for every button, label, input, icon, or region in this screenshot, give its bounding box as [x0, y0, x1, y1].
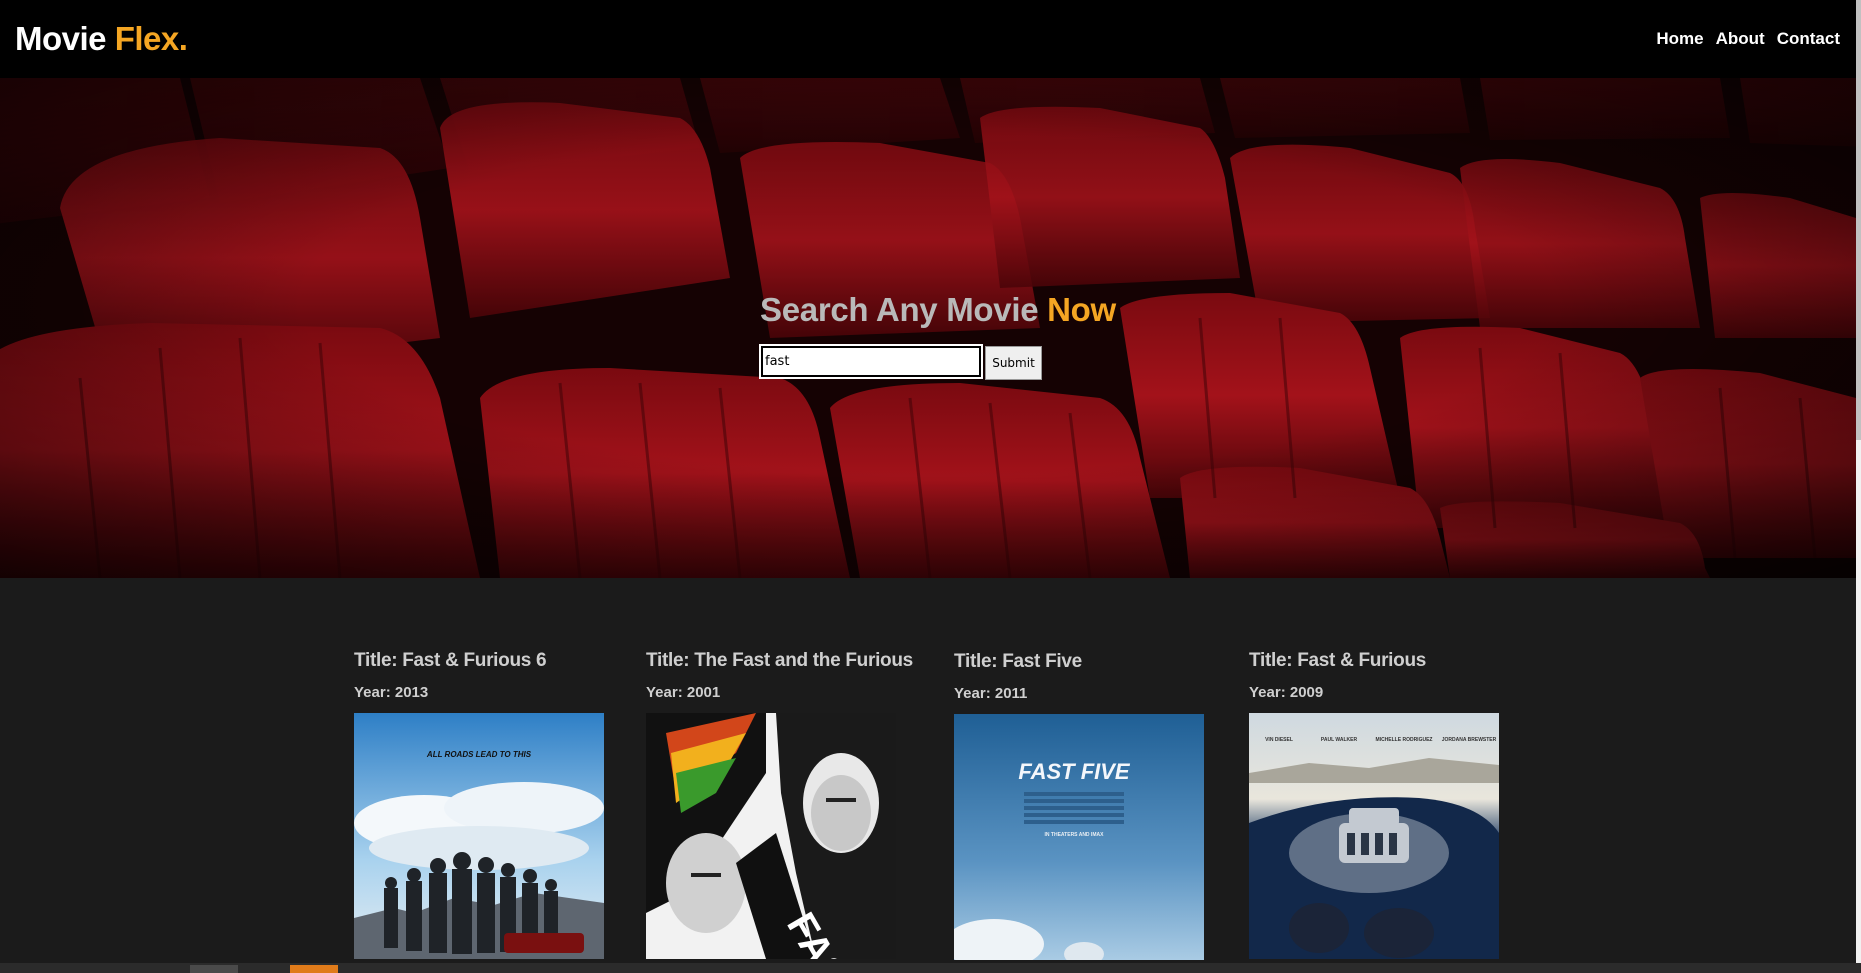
- movie-title: Title: The Fast and the Furious: [646, 650, 913, 671]
- poster-credit: IN THEATERS AND IMAX: [1045, 832, 1105, 838]
- poster-name: VIN DIESEL: [1265, 737, 1293, 743]
- taskbar-item[interactable]: [290, 965, 338, 973]
- poster-name: PAUL WALKER: [1321, 737, 1358, 743]
- movie-year: Year: 2001: [646, 684, 721, 701]
- poster-tagline: ALL ROADS LEAD TO THIS: [426, 750, 532, 759]
- movie-year: Year: 2013: [354, 684, 429, 701]
- movie-card[interactable]: Title: The Fast and the Furious Year: 20…: [646, 650, 913, 959]
- movie-year: Year: 2009: [1249, 684, 1324, 701]
- poster-name: MICHELLE RODRIGUEZ: [1376, 737, 1433, 743]
- movie-poster[interactable]: FAST FIVE IN THEATERS AND IMAX: [954, 714, 1204, 960]
- hero-heading: Search Any Movie Now: [760, 291, 1116, 329]
- movie-poster[interactable]: ALL ROADS LEAD TO THIS: [354, 713, 604, 959]
- movie-card[interactable]: Title: Fast Five Year: 2011 FAST FIVE IN…: [954, 651, 1204, 960]
- movie-search-input[interactable]: [759, 344, 983, 379]
- taskbar: [0, 963, 1861, 973]
- movie-poster[interactable]: FAST: [646, 713, 896, 959]
- poster-title: FAST FIVE: [1018, 759, 1131, 784]
- movie-poster[interactable]: VIN DIESEL PAUL WALKER MICHELLE RODRIGUE…: [1249, 713, 1499, 959]
- site-header: Movie Flex. Home About Contact: [0, 0, 1856, 78]
- main-nav: Home About Contact: [1656, 29, 1840, 49]
- nav-home-link[interactable]: Home: [1656, 29, 1703, 49]
- poster-name: JORDANA BREWSTER: [1442, 737, 1497, 743]
- page-scrollbar[interactable]: [1856, 0, 1861, 963]
- movie-year: Year: 2011: [954, 685, 1028, 702]
- taskbar-item[interactable]: [190, 965, 238, 973]
- movie-card[interactable]: Title: Fast & Furious 6 Year: 2013 ALL R…: [354, 650, 604, 959]
- hero-banner: Search Any Movie Now Submit: [0, 78, 1856, 578]
- movie-title: Title: Fast & Furious: [1249, 650, 1427, 671]
- nav-contact-link[interactable]: Contact: [1777, 29, 1840, 49]
- hero-heading-main: Search Any Movie: [760, 291, 1048, 328]
- submit-button[interactable]: Submit: [985, 346, 1042, 380]
- site-logo[interactable]: Movie Flex.: [15, 20, 188, 58]
- movie-title: Title: Fast & Furious 6: [354, 650, 547, 671]
- scrollbar-thumb[interactable]: [1856, 0, 1861, 440]
- logo-main: Movie: [15, 20, 115, 57]
- movie-title: Title: Fast Five: [954, 651, 1082, 672]
- logo-accent: Flex.: [114, 20, 188, 57]
- nav-about-link[interactable]: About: [1716, 29, 1765, 49]
- search-results: Title: Fast & Furious 6 Year: 2013 ALL R…: [0, 578, 1856, 963]
- hero-heading-accent: Now: [1047, 291, 1116, 328]
- movie-card[interactable]: Title: Fast & Furious Year: 2009 VIN DIE…: [1249, 650, 1499, 959]
